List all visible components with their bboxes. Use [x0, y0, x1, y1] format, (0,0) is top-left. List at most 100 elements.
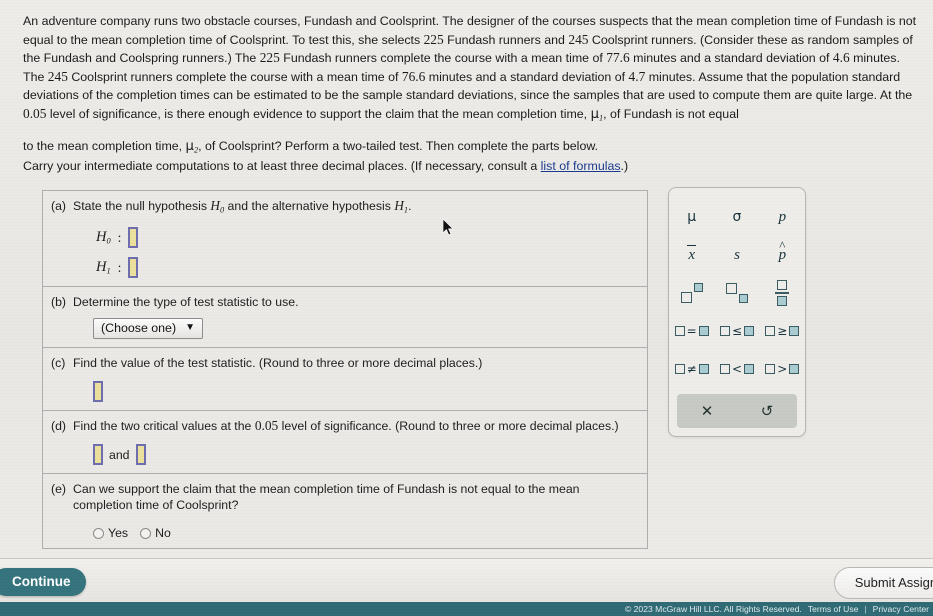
p-symbol-button[interactable]: p — [760, 198, 805, 236]
part-e-letter: (e) — [51, 482, 67, 497]
fraction-bar — [775, 292, 790, 294]
alternative-hypothesis-row: H1 : — [96, 257, 637, 279]
part-a-text-2: and the alternative hypothesis — [224, 199, 395, 213]
critical-value-upper-input[interactable] — [135, 444, 146, 466]
fraction-icon — [775, 280, 790, 306]
palette-row-1: μ σ p — [669, 198, 805, 236]
stdev-2: 4.7 — [628, 68, 646, 84]
mean-2: 76.6 — [401, 68, 426, 84]
undo-icon: ↺ — [760, 402, 774, 420]
equals-left-box — [674, 326, 685, 336]
radio-yes-label[interactable]: Yes — [108, 526, 128, 540]
less-equal-right-box — [744, 326, 755, 336]
sigma-icon: σ — [732, 209, 742, 225]
radio-no[interactable] — [140, 527, 152, 539]
h0-input[interactable] — [128, 227, 139, 249]
less-than-template-button[interactable]: < — [714, 350, 759, 388]
radio-yes[interactable] — [93, 527, 104, 539]
computation-instructions: Carry your intermediate computations to … — [23, 158, 628, 175]
test-statistic-input[interactable] — [93, 381, 103, 403]
problem-text-1k: , of Fundash is not equal — [603, 106, 739, 121]
p-hat-symbol-button[interactable]: p — [760, 236, 805, 274]
palette-footer: ✕ ↺ — [677, 394, 797, 428]
superscript-template-button[interactable] — [669, 274, 714, 312]
sample-size-2: 245 — [568, 31, 589, 47]
part-c-answer-row — [93, 381, 637, 403]
mu-1-symbol: μ — [590, 106, 599, 122]
problem-statement: An adventure company runs two obstacle c… — [23, 12, 923, 160]
less-equal-left-box — [719, 326, 730, 336]
page-footer: © 2023 McGraw Hill LLC. All Rights Reser… — [0, 602, 933, 616]
test-statistic-type-value: (Choose one) — [101, 321, 177, 336]
part-d-level: 0.05 — [254, 418, 279, 434]
problem-text-1h: minutes and a standard deviation of — [425, 69, 629, 84]
mu-symbol-button[interactable]: μ — [669, 198, 714, 236]
sigma-symbol-button[interactable]: σ — [714, 198, 759, 236]
problem-paragraph-1: An adventure company runs two obstacle c… — [23, 12, 923, 128]
h0-letter: H — [96, 229, 107, 246]
mean-1: 77.6 — [606, 50, 630, 66]
bottom-action-bar: Continue Submit Assignment — [0, 558, 933, 603]
superscript-icon — [680, 283, 703, 303]
subscript-template-button[interactable] — [714, 274, 759, 312]
undo-button[interactable]: ↺ — [737, 404, 797, 419]
clear-button[interactable]: ✕ — [677, 404, 737, 419]
part-d-prompt: Find the two critical values at the 0.05… — [73, 418, 637, 434]
list-of-formulas-link[interactable]: list of formulas — [541, 159, 621, 173]
not-equal-right-box — [698, 364, 709, 374]
p-icon: p — [778, 208, 787, 225]
part-d-answer-row: and — [93, 444, 637, 466]
greater-than-icon: > — [765, 362, 800, 376]
null-hypothesis-row: H0 : — [96, 227, 637, 249]
critical-value-lower-input[interactable] — [93, 444, 103, 466]
copyright-text: © 2023 McGraw Hill LLC. All Rights Reser… — [624, 604, 802, 614]
part-b-prompt: Determine the type of test statistic to … — [73, 295, 299, 310]
less-than-left-box — [719, 364, 730, 374]
radio-no-label[interactable]: No — [155, 526, 171, 540]
not-equal-template-button[interactable]: ≠ — [669, 350, 714, 388]
part-e-prompt: Can we support the claim that the mean c… — [73, 482, 580, 513]
x-bar-symbol-button[interactable]: x — [669, 236, 714, 274]
h1-letter: H — [96, 259, 107, 276]
sample-size-4: 245 — [47, 68, 68, 84]
part-c-letter: (c) — [51, 356, 66, 371]
h0-colon: : — [117, 229, 122, 245]
assignment-page: An adventure company runs two obstacle c… — [0, 0, 933, 558]
greater-equal-icon: ≥ — [765, 324, 800, 338]
greater-than-template-button[interactable]: > — [760, 350, 805, 388]
test-statistic-type-select[interactable]: (Choose one) ▼ — [93, 318, 203, 340]
subscript-index-box — [738, 294, 748, 303]
fraction-template-button[interactable] — [760, 274, 805, 312]
footer-separator: | — [864, 604, 867, 614]
h1-subscript: 1 — [106, 266, 111, 276]
less-equal-icon: ≤ — [719, 324, 755, 338]
privacy-center-link[interactable]: Privacy Center — [873, 604, 929, 614]
h1-colon: : — [117, 259, 122, 275]
submit-assignment-button[interactable]: Submit Assignment — [833, 567, 933, 599]
problem-paragraph-2: to the mean completion time, μ2, of Cool… — [23, 137, 923, 160]
less-than-right-box — [744, 364, 755, 374]
less-than-icon: < — [719, 362, 755, 376]
h1-symbol-inline: H — [394, 198, 404, 213]
sample-size-3: 225 — [259, 50, 280, 66]
greater-equal-glyph: ≥ — [777, 324, 788, 338]
problem-text-1e: minutes and a standard deviation of — [629, 51, 833, 66]
greater-equal-template-button[interactable]: ≥ — [760, 312, 805, 350]
equals-icon: = — [674, 324, 709, 338]
problem-text-1g: Coolsprint runners complete the course w… — [67, 69, 402, 84]
equals-template-button[interactable]: = — [669, 312, 714, 350]
part-d: (d) Find the two critical values at the … — [43, 411, 647, 475]
sample-size-1: 225 — [423, 31, 444, 47]
h1-input[interactable] — [128, 257, 139, 279]
terms-of-use-link[interactable]: Terms of Use — [808, 604, 859, 614]
less-equal-template-button[interactable]: ≤ — [714, 312, 759, 350]
part-a-letter: (a) — [51, 199, 67, 213]
s-symbol-button[interactable]: s — [714, 236, 759, 274]
problem-text-2a: to the mean completion time, — [23, 138, 186, 153]
x-bar-icon: x — [687, 244, 696, 263]
fraction-numerator-box — [777, 280, 788, 291]
answer-panel: (a) State the null hypothesis H0 and the… — [42, 190, 648, 550]
continue-button[interactable]: Continue — [0, 568, 86, 596]
greater-than-glyph: > — [777, 362, 788, 376]
less-than-glyph: < — [731, 362, 743, 376]
